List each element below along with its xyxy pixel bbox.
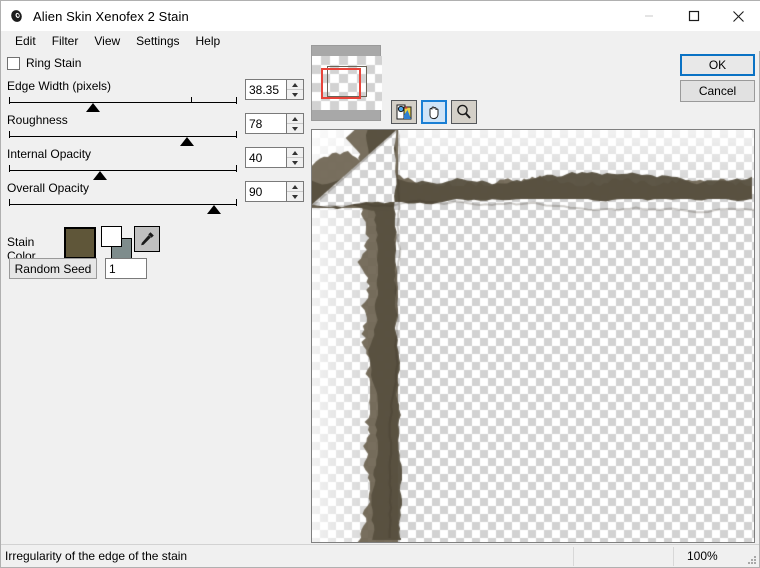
menu-item-edit[interactable]: Edit [7,32,44,50]
zoom-magnifier-icon[interactable] [451,100,477,124]
stepper-overall-opacity[interactable] [245,181,304,202]
slider-end-left [9,165,10,172]
window-title: Alien Skin Xenofex 2 Stain [33,8,189,24]
param-label-edge-width: Edge Width (pixels) [7,79,112,93]
stepper-down-roughness[interactable] [287,124,303,133]
slider-edge-width[interactable] [9,96,237,112]
stepper-up-internal-opacity[interactable] [287,148,303,158]
caret-down-icon [292,92,298,97]
slider-end-left [9,131,10,138]
param-overall-opacity: Overall Opacity [1,181,307,215]
param-label-roughness: Roughness [7,113,68,127]
input-roughness[interactable] [245,113,287,134]
slider-thumb-edge-width[interactable] [86,103,101,112]
slider-tick [191,97,193,103]
slider-track [9,170,237,171]
app-spiral-icon [9,8,25,24]
foreground-color-swatch[interactable] [101,226,122,247]
status-message: Irregularity of the edge of the stain [5,549,188,563]
stepper-up-roughness[interactable] [287,114,303,124]
slider-end-right [236,131,237,138]
xenofex-stain-dialog: Alien Skin Xenofex 2 Stain Edit Filter V… [0,0,760,568]
stepper-down-overall-opacity[interactable] [287,192,303,201]
slider-end-left [9,97,10,104]
menu-item-filter[interactable]: Filter [44,32,87,50]
slider-end-right [236,97,237,104]
menu-item-settings[interactable]: Settings [128,32,187,50]
slider-track [9,136,237,137]
slider-thumb-overall-opacity[interactable] [207,205,222,214]
param-internal-opacity: Internal Opacity [1,147,307,181]
resize-grip-icon[interactable] [745,554,757,566]
slider-track [9,204,237,205]
stepper-up-edge-width[interactable] [287,80,303,90]
cancel-button[interactable]: Cancel [680,80,755,102]
caret-down-icon [292,194,298,199]
stepper-down-edge-width[interactable] [287,90,303,99]
status-zoom-level: 100% [687,549,718,563]
slider-internal-opacity[interactable] [9,164,237,180]
input-edge-width[interactable] [245,79,287,100]
random-seed-row: Random Seed [9,258,147,279]
ring-stain-row[interactable]: Ring Stain [7,56,81,70]
param-label-overall-opacity: Overall Opacity [7,181,90,195]
caret-down-icon [292,126,298,131]
status-separator [573,547,574,566]
stepper-buttons-edge-width[interactable] [287,79,304,100]
caret-down-icon [292,160,298,165]
slider-track [9,102,237,103]
stepper-roughness[interactable] [245,113,304,134]
caret-up-icon [292,150,298,155]
random-seed-input[interactable] [105,258,147,279]
ring-stain-checkbox[interactable] [7,56,20,70]
slider-end-right [236,165,237,172]
maximize-icon[interactable] [671,1,716,31]
input-overall-opacity[interactable] [245,181,287,202]
param-roughness: Roughness [1,113,307,147]
slider-end-right [236,199,237,206]
ok-button[interactable]: OK [680,54,755,76]
slider-roughness[interactable] [9,130,237,146]
preview-navigator[interactable] [311,45,382,121]
stepper-edge-width[interactable] [245,79,304,100]
preview-canvas[interactable] [312,130,754,542]
minimize-icon[interactable] [626,1,671,31]
slider-end-left [9,199,10,206]
stain-color-swatch[interactable] [64,227,96,259]
menu-item-help[interactable]: Help [188,32,229,50]
stepper-down-internal-opacity[interactable] [287,158,303,167]
caret-up-icon [292,184,298,189]
stepper-buttons-internal-opacity[interactable] [287,147,304,168]
menu-item-view[interactable]: View [86,32,128,50]
slider-thumb-roughness[interactable] [179,137,194,146]
random-seed-button[interactable]: Random Seed [9,258,97,279]
stepper-buttons-roughness[interactable] [287,113,304,134]
window-controls [626,1,760,31]
close-icon[interactable] [716,1,760,31]
param-edge-width: Edge Width (pixels) [1,79,307,113]
status-bar: Irregularity of the edge of the stain 10… [1,544,759,567]
ring-stain-label: Ring Stain [26,56,82,70]
settings-panel: Ring Stain Edge Width (pixels) Rou [1,51,307,543]
status-separator [673,547,674,566]
stepper-up-overall-opacity[interactable] [287,182,303,192]
caret-up-icon [292,116,298,121]
stepper-buttons-overall-opacity[interactable] [287,181,304,202]
slider-thumb-internal-opacity[interactable] [93,171,108,180]
preview-toolbar [391,100,477,124]
slider-overall-opacity[interactable] [9,198,237,214]
stepper-internal-opacity[interactable] [245,147,304,168]
preview-toggle-icon[interactable] [391,100,417,124]
navigator-viewport-rect[interactable] [321,68,361,99]
title-bar: Alien Skin Xenofex 2 Stain [1,1,760,31]
caret-up-icon [292,82,298,87]
hand-pan-icon[interactable] [421,100,447,124]
eyedropper-icon[interactable] [134,226,160,252]
input-internal-opacity[interactable] [245,147,287,168]
preview-area[interactable] [311,129,755,543]
param-label-internal-opacity: Internal Opacity [7,147,92,161]
